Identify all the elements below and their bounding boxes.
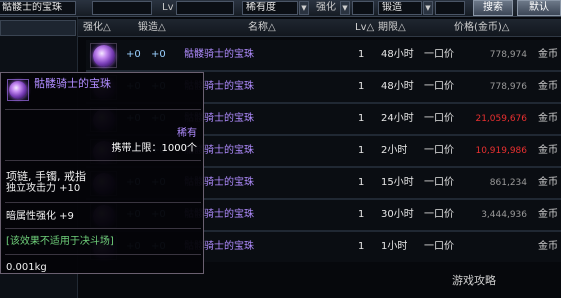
rarity-select[interactable]: 稀有度	[242, 1, 298, 15]
sale-type: 一口价	[424, 81, 454, 92]
lv-min-input[interactable]	[92, 1, 152, 15]
item-name: 骷髅骑士的宝珠	[184, 49, 254, 60]
tooltip-divider	[5, 254, 201, 255]
remaining-time: 48小时	[381, 49, 414, 60]
currency-label: 金币	[538, 209, 558, 220]
sale-type: 一口价	[424, 241, 454, 252]
currency-label: 金币	[538, 113, 558, 124]
remaining-time: 24小时	[381, 113, 414, 124]
forge-dropdown-arrow-icon[interactable]: ▼	[423, 1, 433, 15]
tooltip-note: [该效果不适用于决斗场]	[6, 236, 114, 247]
remaining-time: 1小时	[381, 241, 408, 252]
tooltip-divider	[5, 202, 201, 203]
sale-type: 一口价	[424, 113, 454, 124]
table-row[interactable]: +0 +0 骷髅骑士的宝珠 1 48小时 一口价 778,974 金币	[86, 40, 561, 70]
price-value: 778,974	[489, 50, 527, 60]
enhance-value: +0	[126, 49, 141, 60]
watermark-text: 游戏攻略	[452, 274, 496, 287]
tooltip-rarity: 稀有	[177, 128, 197, 139]
item-tooltip: 骷髅骑士的宝珠 稀有 携带上限：1000个 项链, 手镯, 戒指 独立攻击力 +…	[0, 72, 204, 274]
remaining-time: 48小时	[381, 81, 414, 92]
search-bar: 骷髅士的宝珠 Lv 稀有度 ▼ 强化 ▼ 锻造 ▼ 搜索 默认	[0, 0, 561, 17]
tooltip-slots: 项链, 手镯, 戒指	[6, 170, 86, 183]
sale-type: 一口价	[424, 177, 454, 188]
price-value: 861,234	[489, 178, 527, 188]
price-value: 778,976	[489, 82, 527, 92]
enhance-dropdown-arrow-icon[interactable]: ▼	[340, 1, 350, 15]
tooltip-dark-enhance: 暗属性强化 +9	[6, 211, 74, 222]
remaining-time: 30小时	[381, 209, 414, 220]
column-period[interactable]: 期限△	[378, 22, 406, 34]
currency-label: 金币	[538, 81, 558, 92]
orb-icon	[90, 43, 117, 68]
watermark: 游戏攻略	[452, 272, 556, 292]
column-lv[interactable]: Lv△	[355, 22, 374, 34]
currency-label: 金币	[538, 49, 558, 60]
enhance-value-input[interactable]	[352, 1, 374, 15]
tooltip-carry-limit: 携带上限：1000个	[111, 143, 197, 154]
orb-icon	[7, 79, 29, 101]
item-level: 1	[358, 113, 365, 124]
sale-type: 一口价	[424, 209, 454, 220]
search-button[interactable]: 搜索	[473, 0, 513, 16]
results-header: 强化△ 锻造△ 名称△ Lv△ 期限△ 价格(金币)△	[78, 19, 561, 37]
sale-type: 一口价	[424, 49, 454, 60]
forge-value-input[interactable]	[435, 1, 465, 15]
item-level: 1	[358, 209, 365, 220]
price-value: 3,444,936	[481, 210, 527, 220]
currency-label: 金币	[538, 241, 558, 252]
tooltip-weight: 0.001kg	[6, 262, 47, 273]
column-enhance[interactable]: 强化△	[83, 22, 111, 34]
forge-value: +0	[151, 49, 166, 60]
item-level: 1	[358, 241, 365, 252]
sale-type: 一口价	[424, 145, 454, 156]
lv-label: Lv	[162, 2, 174, 13]
tooltip-divider	[5, 228, 201, 229]
enhance-filter-label: 强化	[316, 2, 336, 13]
tooltip-divider	[5, 109, 201, 110]
price-value: 21,059,676	[475, 114, 527, 124]
rarity-dropdown-arrow-icon[interactable]: ▼	[299, 1, 309, 15]
forge-select[interactable]: 锻造	[378, 1, 422, 15]
column-price[interactable]: 价格(金币)△	[454, 22, 510, 34]
lv-max-input[interactable]	[176, 1, 234, 15]
item-level: 1	[358, 81, 365, 92]
item-level: 1	[358, 145, 365, 156]
tooltip-divider	[5, 160, 201, 161]
item-search-input[interactable]: 骷髅士的宝珠	[0, 1, 76, 15]
item-level: 1	[358, 177, 365, 188]
remaining-time: 15小时	[381, 177, 414, 188]
default-button[interactable]: 默认	[517, 0, 561, 16]
currency-label: 金币	[538, 177, 558, 188]
item-level: 1	[358, 49, 365, 60]
price-value: 10,919,986	[475, 146, 527, 156]
category-header[interactable]	[0, 20, 76, 36]
remaining-time: 2小时	[381, 145, 408, 156]
tooltip-title: 骷髅骑士的宝珠	[34, 77, 111, 90]
column-forge[interactable]: 锻造△	[138, 22, 166, 34]
currency-label: 金币	[538, 145, 558, 156]
column-name[interactable]: 名称△	[248, 22, 276, 34]
tooltip-attack: 独立攻击力 +10	[6, 183, 81, 194]
